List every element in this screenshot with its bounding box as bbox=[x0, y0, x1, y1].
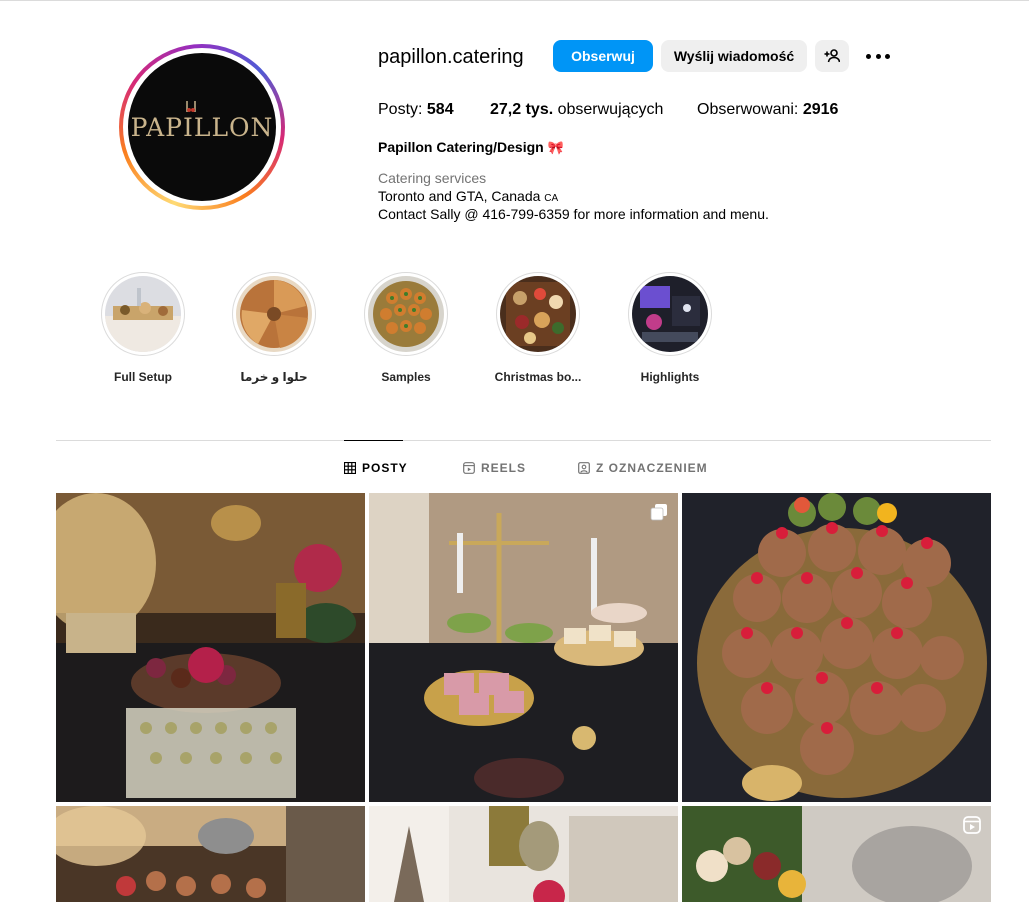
post-tile[interactable] bbox=[56, 493, 365, 802]
post-image bbox=[369, 806, 678, 902]
highlight-highlights[interactable]: Highlights bbox=[627, 272, 713, 384]
highlight-christmas-boxes[interactable]: Christmas bo... bbox=[495, 272, 581, 384]
bio-location: Toronto and GTA, Canada CA bbox=[378, 188, 559, 204]
top-border bbox=[0, 0, 1029, 1]
post-tile[interactable] bbox=[682, 806, 991, 902]
add-person-icon bbox=[824, 49, 840, 63]
post-image bbox=[56, 806, 365, 902]
grid-icon bbox=[344, 462, 356, 474]
post-tile[interactable] bbox=[369, 806, 678, 902]
highlight-thumbnail bbox=[632, 276, 708, 352]
post-image bbox=[56, 493, 365, 802]
tab-reels[interactable]: REELS bbox=[463, 461, 526, 475]
highlight-halva[interactable]: حلوا و خرما bbox=[231, 272, 317, 384]
highlight-thumbnail bbox=[236, 276, 312, 352]
avatar-logo: PAPILLON bbox=[131, 100, 274, 142]
tagged-icon bbox=[578, 462, 590, 474]
posts-count: Posty: 584 bbox=[378, 101, 454, 118]
carousel-icon bbox=[650, 504, 667, 521]
message-button[interactable]: Wyślij wiadomość bbox=[661, 40, 807, 72]
profile-full-name: Papillon Catering/Design 🎀 bbox=[378, 139, 564, 155]
active-tab-indicator bbox=[344, 440, 403, 441]
bio-contact: Contact Sally @ 416-799-6359 for more in… bbox=[378, 206, 769, 222]
more-options-icon[interactable] bbox=[866, 46, 890, 66]
following-link[interactable]: Obserwowani: 2916 bbox=[697, 101, 838, 119]
post-tile[interactable] bbox=[369, 493, 678, 802]
highlight-samples[interactable]: Samples bbox=[363, 272, 449, 384]
followers-link[interactable]: 27,2 tys. obserwujących bbox=[490, 101, 663, 119]
canada-flag-icon: CA bbox=[544, 193, 559, 204]
follow-button[interactable]: Obserwuj bbox=[553, 40, 653, 72]
highlight-thumbnail bbox=[500, 276, 576, 352]
profile-avatar[interactable]: PAPILLON bbox=[119, 44, 285, 210]
post-image bbox=[369, 493, 678, 802]
highlight-thumbnail bbox=[368, 276, 444, 352]
profile-username: papillon.catering bbox=[378, 46, 524, 68]
tab-tagged[interactable]: Z OZNACZENIEM bbox=[578, 461, 708, 475]
butterfly-logo-icon bbox=[185, 100, 196, 112]
post-tile[interactable] bbox=[56, 806, 365, 902]
post-image bbox=[682, 493, 991, 802]
reels-icon bbox=[463, 462, 475, 474]
tabs-divider bbox=[56, 440, 991, 441]
highlight-thumbnail bbox=[105, 276, 181, 352]
post-image bbox=[682, 806, 991, 902]
tab-posts[interactable]: POSTY bbox=[344, 461, 408, 475]
post-tile[interactable] bbox=[682, 493, 991, 802]
profile-category: Catering services bbox=[378, 170, 487, 186]
ribbon-emoji-icon: 🎀 bbox=[547, 140, 564, 155]
reel-icon bbox=[963, 816, 981, 834]
suggest-accounts-button[interactable] bbox=[815, 40, 849, 72]
highlight-full-setup[interactable]: Full Setup bbox=[100, 272, 186, 384]
